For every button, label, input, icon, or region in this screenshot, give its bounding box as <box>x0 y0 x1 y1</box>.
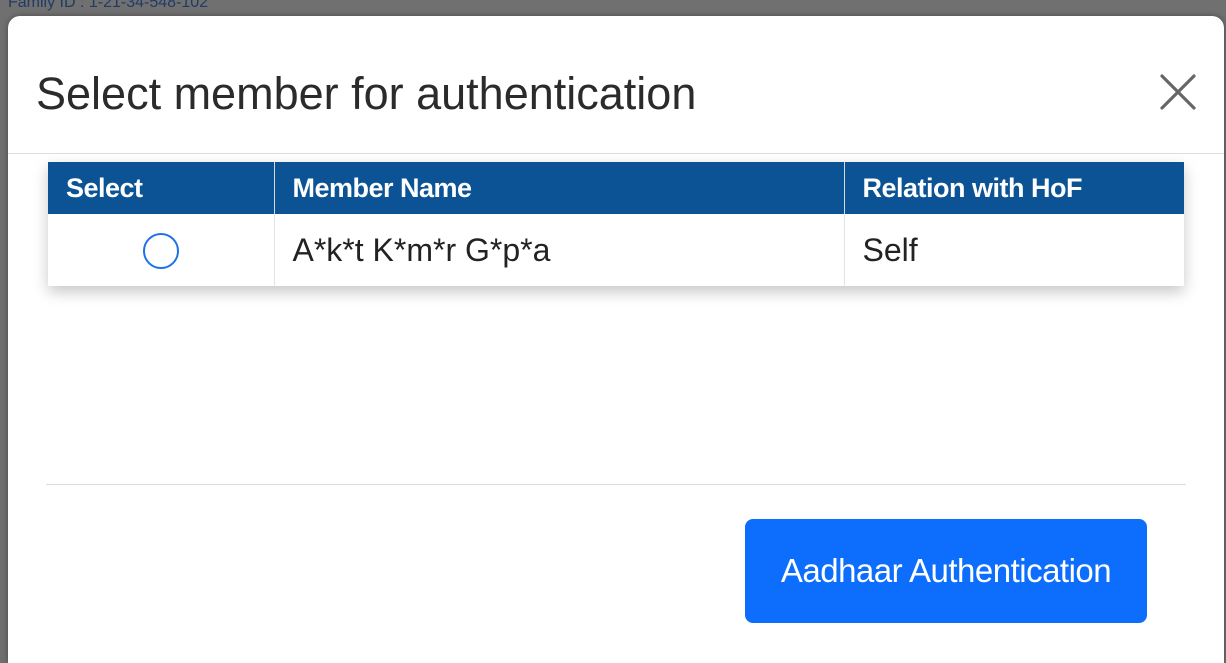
footer-divider <box>46 484 1186 485</box>
table-header-row: Select Member Name Relation with HoF <box>48 162 1184 214</box>
close-button[interactable] <box>1156 70 1200 114</box>
table-row[interactable]: A*k*t K*m*r G*p*a Self <box>48 214 1184 286</box>
member-table-card: Select Member Name Relation with HoF A*k… <box>48 162 1184 286</box>
column-header-member-name: Member Name <box>274 162 845 214</box>
modal-header: Select member for authentication <box>8 16 1224 154</box>
close-icon <box>1160 74 1196 110</box>
member-name-cell: A*k*t K*m*r G*p*a <box>274 214 845 286</box>
backdrop-family-id-text: Family ID : 1-21-34-548-102 <box>8 0 209 11</box>
member-table: Select Member Name Relation with HoF A*k… <box>48 162 1184 286</box>
relation-cell: Self <box>862 231 918 268</box>
page-backdrop: Family ID : 1-21-34-548-102 <box>0 0 1226 16</box>
column-header-select: Select <box>48 162 275 214</box>
select-cell <box>48 214 275 286</box>
member-select-modal: Select member for authentication Select … <box>8 16 1224 663</box>
modal-title: Select member for authentication <box>36 68 697 119</box>
member-select-radio[interactable] <box>142 233 179 270</box>
aadhaar-authentication-button[interactable]: Aadhaar Authentication <box>745 519 1147 623</box>
column-header-relation: Relation with HoF <box>844 162 1184 214</box>
